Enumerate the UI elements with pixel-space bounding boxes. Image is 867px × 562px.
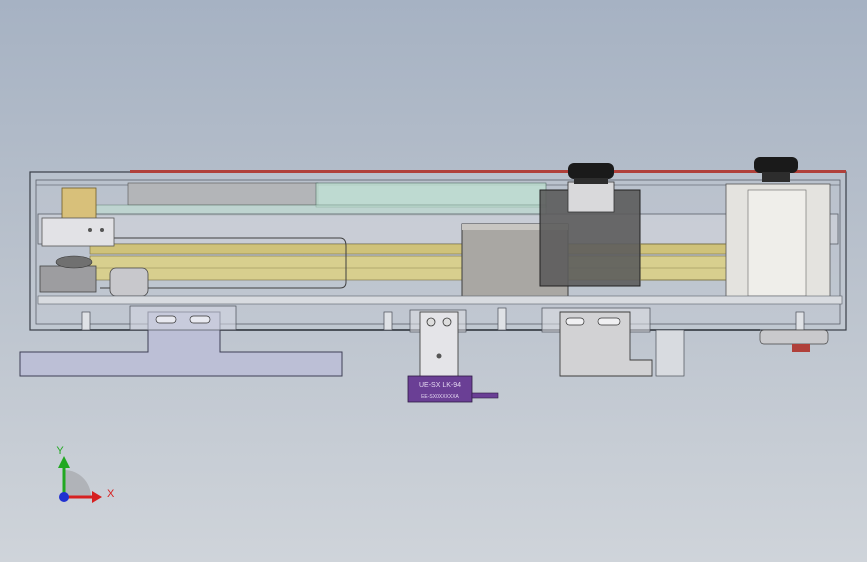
slot-2 xyxy=(189,315,211,324)
x-axis-arrow xyxy=(92,491,102,503)
right-slot-1 xyxy=(565,317,585,326)
bracket-screw-1 xyxy=(426,317,436,327)
knob-1 xyxy=(568,163,614,179)
green-panel xyxy=(315,182,547,208)
right-slot-2 xyxy=(597,317,621,326)
sensor-label-line1: UE-SX LK-94 xyxy=(419,382,461,389)
right-cylinder-core xyxy=(747,189,807,297)
triad-xy-quadrant xyxy=(64,470,91,497)
knob-1-base xyxy=(574,178,608,184)
y-axis-label: Y xyxy=(56,445,64,457)
cad-viewport[interactable]: UE-SX LK-94 EE-SX0XXXXXA Y X xyxy=(0,0,867,562)
left-bracket xyxy=(41,217,115,247)
knob-2-base xyxy=(762,172,790,182)
knob-2 xyxy=(754,157,798,173)
base-bar xyxy=(37,295,843,305)
x-axis-label: X xyxy=(107,488,115,500)
orientation-triad: Y X xyxy=(56,445,115,503)
green-band xyxy=(95,204,547,216)
machine-assembly[interactable]: UE-SX LK-94 EE-SX0XXXXXA xyxy=(19,157,847,403)
bottom-roller xyxy=(759,329,829,345)
left-gear xyxy=(55,255,93,269)
left-motor-base xyxy=(39,265,97,293)
y-axis-arrow xyxy=(58,456,70,468)
bracket-screw-2 xyxy=(442,317,452,327)
sensor-cable xyxy=(471,392,499,399)
z-axis-dot xyxy=(59,492,69,502)
upper-gray-panel xyxy=(127,182,319,206)
slot-1 xyxy=(155,315,177,324)
bracket-hole xyxy=(436,353,442,359)
right-side-block xyxy=(655,329,685,377)
motor-face xyxy=(567,181,615,213)
left-roller xyxy=(109,267,149,297)
left-mount-tab xyxy=(129,305,237,331)
bottom-roller-red xyxy=(792,344,810,352)
left-screw-1 xyxy=(88,228,92,232)
top-red-strip xyxy=(130,170,846,173)
carriage-plate xyxy=(37,213,839,245)
sensor-bracket[interactable] xyxy=(419,311,459,379)
left-screw-2 xyxy=(100,228,104,232)
sensor-label-line2: EE-SX0XXXXXA xyxy=(421,394,459,400)
